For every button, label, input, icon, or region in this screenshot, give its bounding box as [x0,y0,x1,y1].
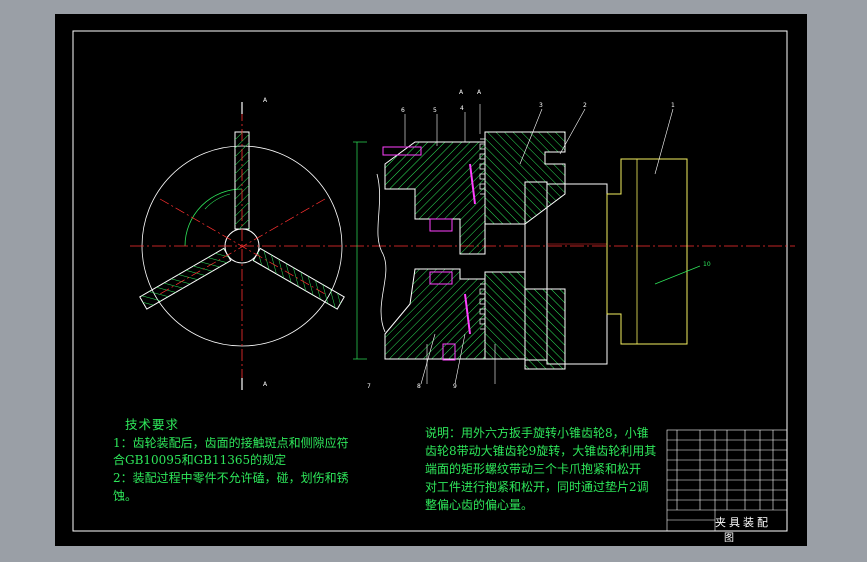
callout-6: 6 [401,107,405,114]
lathe-chuck [606,158,688,345]
section-mark-a1: A [459,89,464,96]
callout-1: 1 [671,102,675,109]
callout-7: 7 [367,383,371,390]
callout-2: 2 [583,102,587,109]
tech-requirement-line: 合GB10095和GB11365的规定 [113,453,287,467]
bolt-mid [429,218,453,232]
description-line: 齿轮8带动大锥齿轮9旋转，大锥齿轮利用其 [425,444,657,458]
tech-requirement-line: 1：齿轮装配后，齿面的接触斑点和侧隙应符 [113,436,349,450]
pitch-arc-2 [204,193,231,210]
callout-3: 3 [539,102,543,109]
description-line: 端面的矩形螺纹带动三个卡爪抱紧和松开 [425,462,642,476]
tech-requirement-line: 2：装配过程中零件不允许磕，碰，划伤和锈 [113,471,349,485]
jaw-section-upper [384,141,486,255]
tech-requirements-title: 技术要求 [125,417,180,432]
pitch-arc [184,188,243,247]
callout-8: 8 [417,383,421,390]
section-mark-a2: A [477,89,482,96]
callout-5: 5 [433,107,437,114]
section-mark-bottom: A [263,381,268,388]
section-mark-top: A [263,97,268,104]
tech-requirement-line: 蚀。 [113,489,138,503]
description-line: 对工件进行抱紧和松开，同时通过垫片2调 [425,480,649,494]
jaw-left [139,247,232,310]
section-view: 6 5 4 3 2 1 7 8 9 10 A A [353,89,711,390]
jaw-section-lower [384,268,486,360]
callout-10: 10 [703,261,711,268]
title-block-name: 夹具装配 [715,516,771,529]
drawing-sheet: A A 6 5 4 3 2 1 7 8 9 10 A A 技术要求 1：齿轮装配… [55,14,807,546]
description-line: 整偏心齿的偏心量。 [425,498,534,512]
description-line: 说明：用外六方扳手旋转小锥齿轮8，小锥 [425,426,649,440]
jaw-right [252,247,345,310]
callout-4: 4 [460,105,464,112]
callout-9: 9 [453,383,457,390]
title-block-name-suffix: 图 [724,533,734,544]
